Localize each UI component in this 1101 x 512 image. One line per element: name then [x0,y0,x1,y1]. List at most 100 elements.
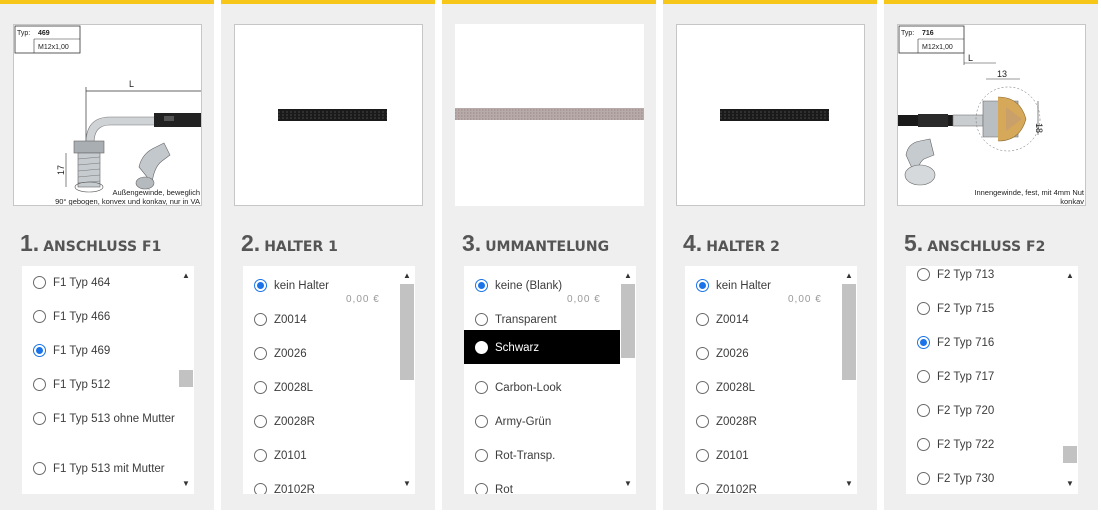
options-list-halter-1[interactable]: kein Halter 0,00 € Z0014 Z0026 Z0028L Z00… [243,266,415,494]
radio-button[interactable] [475,449,488,462]
radio-button[interactable] [33,310,46,323]
scrollbar[interactable]: ▲ ▼ [841,266,857,494]
option-f1-typ-464[interactable]: F1 Typ 464 [22,266,178,299]
radio-button[interactable] [254,415,267,428]
option-kein-halter[interactable]: kein Halter 0,00 € [243,268,399,305]
option-f1-typ-513-mit-mutter[interactable]: F1 Typ 513 mit Mutter [22,451,178,494]
radio-button[interactable] [917,404,930,417]
option-z0028r[interactable]: Z0028R [685,404,841,438]
radio-button-selected[interactable] [254,279,267,292]
radio-button[interactable] [696,449,709,462]
option-schwarz-hovered[interactable]: Schwarz [464,330,620,364]
option-f1-typ-466[interactable]: F1 Typ 466 [22,299,178,333]
radio-button[interactable] [254,381,267,394]
option-f2-typ-713[interactable]: F2 Typ 713 [906,266,1062,291]
option-z0026[interactable]: Z0026 [243,336,399,370]
radio-button[interactable] [33,276,46,289]
option-f1-typ-512[interactable]: F1 Typ 512 [22,367,178,401]
scrollbar-thumb[interactable] [621,284,635,358]
option-f1-typ-513-ohne-mutter[interactable]: F1 Typ 513 ohne Mutter [22,401,178,451]
radio-button[interactable] [475,483,488,494]
scroll-down-arrow-icon[interactable]: ▼ [620,477,636,491]
radio-button[interactable] [917,370,930,383]
option-keine-blank[interactable]: keine (Blank) 0,00 € [464,268,620,305]
typ-label: Typ: [17,30,30,37]
radio-button[interactable] [696,483,709,494]
radio-button[interactable] [696,313,709,326]
radio-button-selected[interactable] [33,344,46,357]
scrollbar[interactable]: ▲ ▼ [1062,266,1078,494]
scroll-down-arrow-icon[interactable]: ▼ [841,477,857,491]
scroll-down-arrow-icon[interactable]: ▼ [178,477,194,491]
option-z0102r[interactable]: Z0102R [685,472,841,494]
radio-button[interactable] [917,268,930,281]
scroll-up-arrow-icon[interactable]: ▲ [1062,269,1078,283]
option-z0101[interactable]: Z0101 [243,438,399,472]
scroll-up-arrow-icon[interactable]: ▲ [620,269,636,283]
radio-button[interactable] [254,449,267,462]
scroll-down-arrow-icon[interactable]: ▼ [399,477,415,491]
option-z0014[interactable]: Z0014 [685,302,841,336]
option-z0014[interactable]: Z0014 [243,302,399,336]
option-f2-typ-716[interactable]: F2 Typ 716 [906,325,1062,359]
option-z0102r[interactable]: Z0102R [243,472,399,494]
radio-button[interactable] [33,378,46,391]
radio-button[interactable] [917,472,930,485]
option-z0028l[interactable]: Z0028L [685,370,841,404]
scroll-down-arrow-icon[interactable]: ▼ [1062,477,1078,491]
radio-button[interactable] [917,438,930,451]
option-rot-transp[interactable]: Rot-Transp. [464,438,620,472]
radio-button[interactable] [475,341,488,354]
radio-button[interactable] [696,347,709,360]
caption-line-1: Außengewinde, beweglich [112,188,200,197]
scrollbar-thumb[interactable] [842,284,856,380]
scrollbar-thumb[interactable] [179,370,193,387]
option-rot[interactable]: Rot [464,472,620,494]
scrollbar[interactable]: ▲ ▼ [399,266,415,494]
option-label: F2 Typ 715 [937,303,995,315]
option-carbon-look[interactable]: Carbon-Look [464,370,620,404]
options-list-f1[interactable]: F1 Typ 464 F1 Typ 466 F1 Typ 469 F1 Typ … [22,266,194,494]
option-label: F1 Typ 512 [53,379,111,391]
radio-button-selected[interactable] [696,279,709,292]
scrollbar-thumb[interactable] [1063,446,1077,463]
option-f2-typ-715[interactable]: F2 Typ 715 [906,291,1062,325]
radio-button[interactable] [254,483,267,494]
option-label: kein Halter [274,280,329,292]
radio-button-selected[interactable] [917,336,930,349]
options-list-halter-2[interactable]: kein Halter 0,00 € Z0014 Z0026 Z0028L Z00… [685,266,857,494]
option-army-gruen[interactable]: Army-Grün [464,404,620,438]
option-z0101[interactable]: Z0101 [685,438,841,472]
options-list-ummantelung[interactable]: keine (Blank) 0,00 € Transparent Schwarz … [464,266,636,494]
scrollbar-thumb[interactable] [400,284,414,380]
option-f1-typ-469[interactable]: F1 Typ 469 [22,333,178,367]
radio-button[interactable] [696,415,709,428]
scroll-up-arrow-icon[interactable]: ▲ [399,269,415,283]
scrollbar[interactable]: ▲ ▼ [620,266,636,494]
option-z0028l[interactable]: Z0028L [243,370,399,404]
option-f2-typ-720[interactable]: F2 Typ 720 [906,393,1062,427]
option-f2-typ-730[interactable]: F2 Typ 730 [906,461,1062,494]
scroll-up-arrow-icon[interactable]: ▲ [178,269,194,283]
options-list-f2[interactable]: F2 Typ 713 F2 Typ 715 F2 Typ 716 F2 Typ … [906,266,1078,494]
radio-button[interactable] [33,462,46,475]
option-z0028r[interactable]: Z0028R [243,404,399,438]
option-kein-halter[interactable]: kein Halter 0,00 € [685,268,841,305]
hose-braided-drawing [455,108,644,120]
radio-button[interactable] [696,381,709,394]
option-f2-typ-722[interactable]: F2 Typ 722 [906,427,1062,461]
scrollbar[interactable]: ▲ ▼ [178,266,194,494]
radio-button[interactable] [254,313,267,326]
radio-button[interactable] [475,415,488,428]
option-f2-typ-717[interactable]: F2 Typ 717 [906,359,1062,393]
scroll-up-arrow-icon[interactable]: ▲ [841,269,857,283]
radio-button[interactable] [254,347,267,360]
option-z0026[interactable]: Z0026 [685,336,841,370]
dim-l: L [129,79,134,89]
radio-button[interactable] [33,412,46,425]
dim-18: 18 [1034,123,1044,133]
radio-button[interactable] [475,381,488,394]
radio-button[interactable] [475,313,488,326]
radio-button[interactable] [917,302,930,315]
radio-button-selected[interactable] [475,279,488,292]
